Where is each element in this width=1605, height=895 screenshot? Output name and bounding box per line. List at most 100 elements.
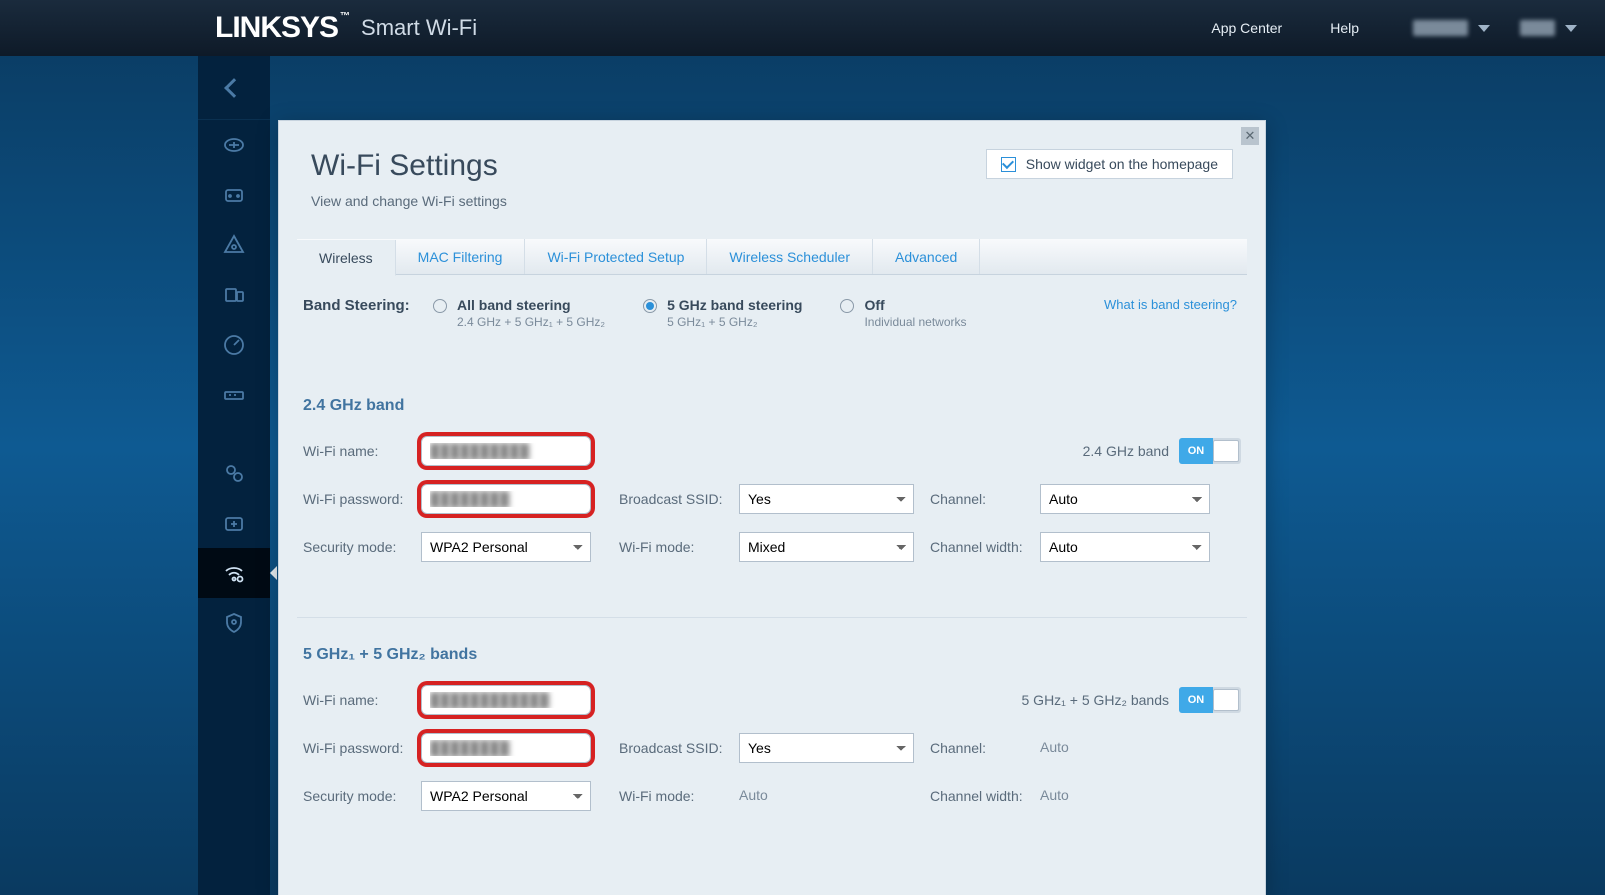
- toggle-5ghz[interactable]: ON: [1179, 687, 1241, 713]
- media-icon: [222, 283, 246, 307]
- radio-icon: [433, 299, 447, 313]
- usb-icon: [222, 383, 246, 407]
- chevron-down-icon: [1565, 25, 1577, 32]
- sidebar: [198, 56, 270, 895]
- account-dropdown-1[interactable]: [1413, 20, 1490, 36]
- option-title: 5 GHz band steering: [667, 297, 802, 313]
- label-wifi-name: Wi-Fi name:: [303, 443, 421, 459]
- label-channel-width: Channel width:: [930, 788, 1040, 804]
- page-subtitle: View and change Wi-Fi settings: [311, 193, 507, 209]
- sidebar-item-connectivity[interactable]: [198, 448, 270, 498]
- section-24ghz: 2.4 GHz band Wi-Fi name: 2.4 GHz band ON…: [297, 369, 1247, 609]
- radio-icon: [840, 299, 854, 313]
- tab-mac-filtering[interactable]: MAC Filtering: [396, 239, 526, 274]
- toggle-knob-icon: [1213, 689, 1239, 711]
- show-widget-checkbox[interactable]: Show widget on the homepage: [986, 149, 1233, 179]
- label-wifi-mode: Wi-Fi mode:: [619, 788, 739, 804]
- label-channel: Channel:: [930, 740, 1040, 756]
- parental-icon: [222, 233, 246, 257]
- input-wifi-password-5[interactable]: [421, 733, 591, 763]
- label-security-mode: Security mode:: [303, 539, 421, 555]
- account-name-redacted: [1520, 20, 1555, 36]
- band-steering-label: Band Steering:: [303, 297, 433, 314]
- select-channel-width-24[interactable]: Auto: [1040, 532, 1210, 562]
- select-broadcast-ssid-24[interactable]: Yes: [739, 484, 914, 514]
- main-panel: ✕ Wi-Fi Settings View and change Wi-Fi s…: [278, 120, 1266, 895]
- brand-subtitle: Smart Wi-Fi: [361, 15, 477, 41]
- value-channel-width-5: Auto: [1040, 787, 1069, 803]
- label-broadcast-ssid: Broadcast SSID:: [619, 491, 739, 507]
- option-title: Off: [864, 297, 966, 313]
- value-wifi-mode-5: Auto: [739, 787, 768, 803]
- band-steering-row: Band Steering: All band steering 2.4 GHz…: [297, 275, 1247, 339]
- label-broadcast-ssid: Broadcast SSID:: [619, 740, 739, 756]
- toggle-on-label: ON: [1179, 687, 1213, 713]
- input-wifi-name-5[interactable]: [421, 685, 591, 715]
- section-title-5ghz: 5 GHz₁ + 5 GHz₂ bands: [303, 646, 1241, 664]
- toggle-label-5: 5 GHz₁ + 5 GHz₂ bands: [1022, 692, 1170, 708]
- select-broadcast-ssid-5[interactable]: Yes: [739, 733, 914, 763]
- sidebar-item-parental[interactable]: [198, 220, 270, 270]
- account-dropdown-2[interactable]: [1520, 20, 1577, 36]
- select-security-mode-5[interactable]: WPA2 Personal: [421, 781, 591, 811]
- sidebar-item-troubleshoot[interactable]: [198, 498, 270, 548]
- nav-help[interactable]: Help: [1330, 20, 1359, 36]
- section-5ghz: 5 GHz₁ + 5 GHz₂ bands Wi-Fi name: 5 GHz₁…: [297, 617, 1247, 858]
- checkbox-checked-icon: [1001, 157, 1016, 172]
- gears-icon: [222, 461, 246, 485]
- option-sub: 5 GHz₁ + 5 GHz₂: [667, 315, 802, 329]
- chevron-left-icon: [224, 78, 244, 98]
- input-wifi-name-24[interactable]: [421, 436, 591, 466]
- speed-icon: [222, 333, 246, 357]
- nav-app-center[interactable]: App Center: [1211, 20, 1282, 36]
- toggle-label-24: 2.4 GHz band: [1083, 443, 1169, 459]
- select-channel-24[interactable]: Auto: [1040, 484, 1210, 514]
- label-wifi-password: Wi-Fi password:: [303, 491, 421, 507]
- toggle-on-label: ON: [1179, 438, 1213, 464]
- option-sub: 2.4 GHz + 5 GHz₁ + 5 GHz₂: [457, 315, 605, 329]
- close-icon: ✕: [1245, 128, 1256, 143]
- radio-checked-icon: [643, 299, 657, 313]
- band-steering-help-link[interactable]: What is band steering?: [1104, 297, 1243, 312]
- option-title: All band steering: [457, 297, 605, 313]
- sidebar-item-devices[interactable]: [198, 170, 270, 220]
- wifi-settings-icon: [222, 561, 246, 585]
- sidebar-item-speedtest[interactable]: [198, 320, 270, 370]
- sidebar-item-storage[interactable]: [198, 370, 270, 420]
- band-steering-option-off[interactable]: Off Individual networks: [840, 297, 966, 329]
- tab-wps[interactable]: Wi-Fi Protected Setup: [525, 239, 707, 274]
- sidebar-item-media[interactable]: [198, 270, 270, 320]
- label-channel-width: Channel width:: [930, 539, 1040, 555]
- label-channel: Channel:: [930, 491, 1040, 507]
- sidebar-collapse[interactable]: [198, 56, 270, 120]
- show-widget-label: Show widget on the homepage: [1026, 156, 1218, 172]
- label-wifi-password: Wi-Fi password:: [303, 740, 421, 756]
- option-sub: Individual networks: [864, 315, 966, 329]
- select-wifi-mode-24[interactable]: Mixed: [739, 532, 914, 562]
- devices-icon: [222, 183, 246, 207]
- brand-logo: LINKSYS™: [215, 11, 349, 45]
- sidebar-item-dashboard[interactable]: [198, 120, 270, 170]
- tab-advanced[interactable]: Advanced: [873, 239, 980, 274]
- input-wifi-password-24[interactable]: [421, 484, 591, 514]
- label-wifi-name: Wi-Fi name:: [303, 692, 421, 708]
- account-name-redacted: [1413, 20, 1468, 36]
- label-security-mode: Security mode:: [303, 788, 421, 804]
- sidebar-item-security[interactable]: [198, 598, 270, 648]
- band-steering-option-all[interactable]: All band steering 2.4 GHz + 5 GHz₁ + 5 G…: [433, 297, 605, 329]
- section-title-24ghz: 2.4 GHz band: [303, 397, 1241, 415]
- toggle-24ghz[interactable]: ON: [1179, 438, 1241, 464]
- tab-wireless[interactable]: Wireless: [297, 240, 396, 276]
- tab-scheduler[interactable]: Wireless Scheduler: [707, 239, 873, 274]
- firstaid-icon: [222, 511, 246, 535]
- page-title: Wi-Fi Settings: [311, 149, 507, 183]
- tabbar: Wireless MAC Filtering Wi-Fi Protected S…: [297, 239, 1247, 275]
- dashboard-icon: [222, 133, 246, 157]
- chevron-down-icon: [1478, 25, 1490, 32]
- select-security-mode-24[interactable]: WPA2 Personal: [421, 532, 591, 562]
- toggle-knob-icon: [1213, 440, 1239, 462]
- close-button[interactable]: ✕: [1241, 127, 1259, 145]
- band-steering-option-5ghz[interactable]: 5 GHz band steering 5 GHz₁ + 5 GHz₂: [643, 297, 802, 329]
- value-channel-5: Auto: [1040, 739, 1069, 755]
- sidebar-item-wifi[interactable]: [198, 548, 270, 598]
